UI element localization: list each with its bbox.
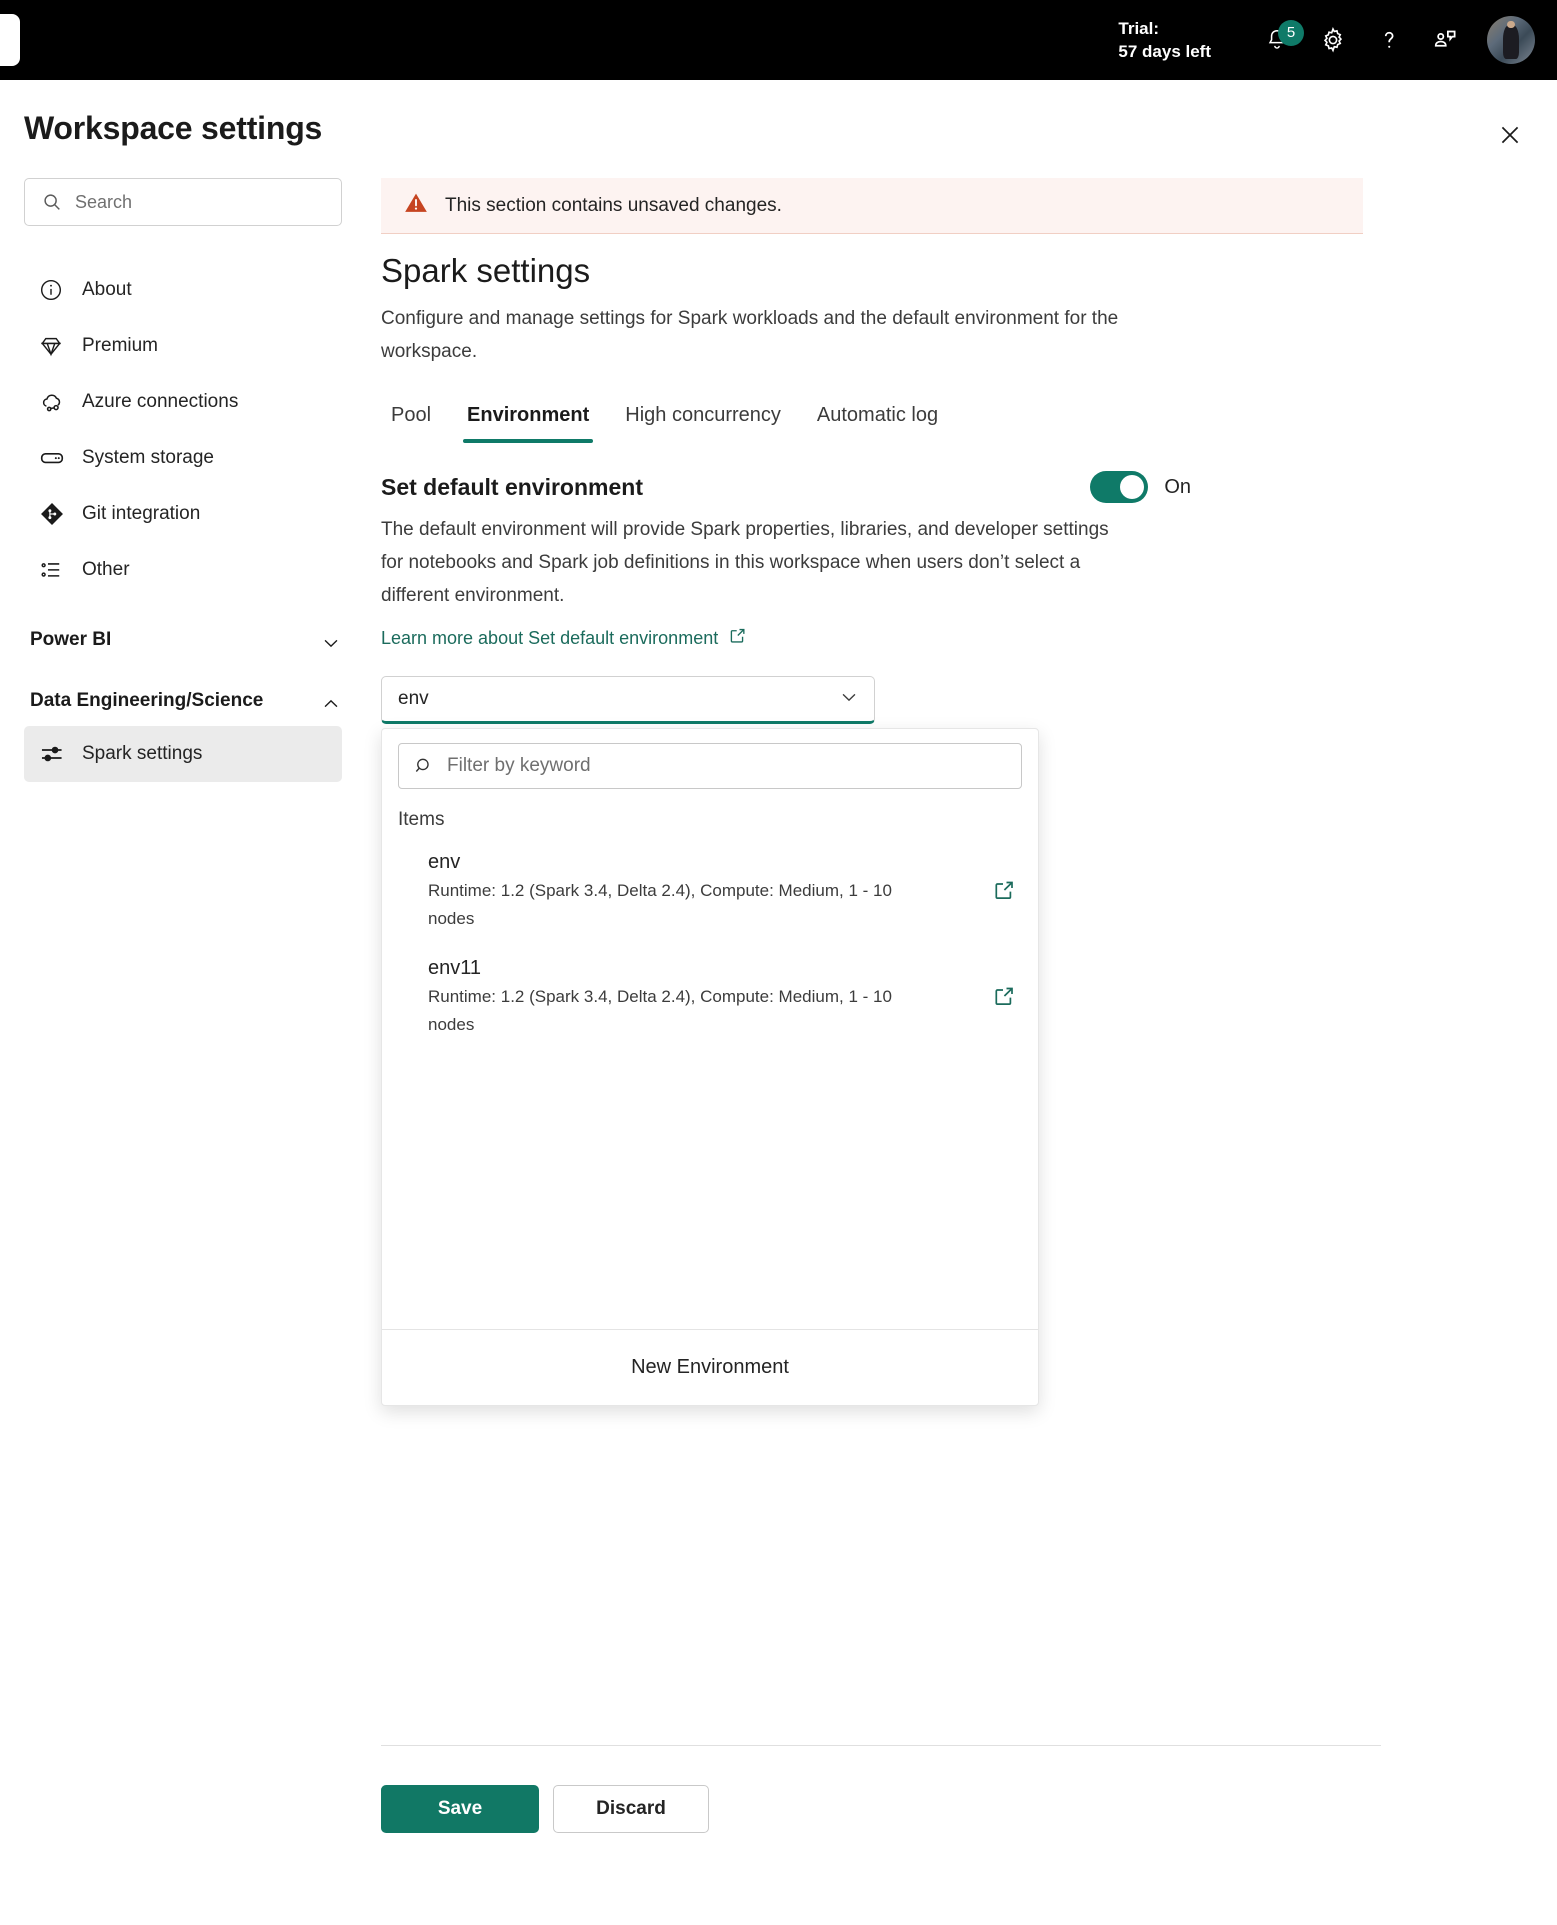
sidebar-search[interactable] <box>24 178 342 226</box>
tab-high-concurrency[interactable]: High concurrency <box>607 404 799 443</box>
environment-items-list: env Runtime: 1.2 (Spark 3.4, Delta 2.4),… <box>382 837 1038 1329</box>
top-navigation-bar: Trial: 57 days left 5 <box>0 0 1557 80</box>
warning-icon <box>403 190 429 221</box>
topbar-actions: Trial: 57 days left 5 <box>1118 0 1535 80</box>
environment-meta: Runtime: 1.2 (Spark 3.4, Delta 2.4), Com… <box>428 881 892 928</box>
unsaved-changes-banner: This section contains unsaved changes. <box>381 178 1363 234</box>
sliders-icon <box>38 740 72 768</box>
set-default-environment-row: Set default environment On <box>381 471 1191 503</box>
sidebar-item-label: Other <box>82 559 130 580</box>
setting-description: The default environment will provide Spa… <box>381 519 1109 606</box>
sidebar-item-azure-connections[interactable]: Azure connections <box>24 374 342 430</box>
tab-automatic-log[interactable]: Automatic log <box>799 404 956 443</box>
sidebar-item-label: Azure connections <box>82 391 239 412</box>
section-title: Spark settings <box>381 252 591 289</box>
toggle-knob <box>1120 475 1145 499</box>
feedback-button[interactable] <box>1417 12 1473 68</box>
new-environment-label: New Environment <box>631 1356 789 1378</box>
sidebar-item-label: System storage <box>82 447 214 468</box>
chevron-up-icon <box>320 685 342 720</box>
list-item-text: env Runtime: 1.2 (Spark 3.4, Delta 2.4),… <box>428 847 938 933</box>
trial-days-left: 57 days left <box>1118 42 1211 61</box>
git-icon <box>38 500 72 528</box>
cloud-link-icon <box>38 388 72 416</box>
warning-text: This section contains unsaved changes. <box>445 194 782 216</box>
discard-button[interactable]: Discard <box>553 1785 709 1833</box>
list-item[interactable]: env Runtime: 1.2 (Spark 3.4, Delta 2.4),… <box>382 837 1038 943</box>
tab-pool[interactable]: Pool <box>381 404 449 443</box>
sidebar-group-label: Power BI <box>30 629 112 650</box>
sidebar-group-power-bi[interactable]: Power BI <box>24 624 342 659</box>
diamond-icon <box>38 333 72 359</box>
section-description: Configure and manage settings for Spark … <box>381 308 1119 362</box>
sidebar-item-other[interactable]: Other <box>24 542 342 598</box>
sidebar-group-data-engineering-science[interactable]: Data Engineering/Science <box>24 685 342 720</box>
environment-dropdown-panel: Items env Runtime: 1.2 (Spark 3.4, Delta… <box>381 728 1039 1406</box>
chevron-down-icon <box>838 686 860 713</box>
learn-more-link[interactable]: Learn more about Set default environment <box>381 626 747 650</box>
save-button[interactable]: Save <box>381 1785 539 1833</box>
sidebar-item-premium[interactable]: Premium <box>24 318 342 374</box>
list-item-text: env11 Runtime: 1.2 (Spark 3.4, Delta 2.4… <box>428 953 938 1039</box>
search-input[interactable] <box>75 191 295 213</box>
environment-name: env <box>428 851 461 873</box>
sidebar-group-label: Data Engineering/Science <box>30 690 264 711</box>
list-icon <box>38 557 72 583</box>
sidebar-item-git-integration[interactable]: Git integration <box>24 486 342 542</box>
setting-title: Set default environment <box>381 473 643 500</box>
trial-label: Trial: <box>1118 19 1160 38</box>
settings-sidebar: About Premium Azure connections <box>0 178 366 782</box>
dropdown-group-label: Items <box>398 809 445 830</box>
sidebar-item-label: Git integration <box>82 503 201 524</box>
workspace-settings-page: Trial: 57 days left 5 Workspace settings… <box>0 0 1557 1925</box>
sidebar-item-label: About <box>82 279 132 300</box>
external-link-icon[interactable] <box>992 984 1016 1008</box>
toggle-group: On <box>1090 471 1191 503</box>
notification-count-badge: 5 <box>1278 20 1304 46</box>
environment-meta: Runtime: 1.2 (Spark 3.4, Delta 2.4), Com… <box>428 987 892 1034</box>
app-logo[interactable] <box>0 14 20 66</box>
sidebar-item-spark-settings[interactable]: Spark settings <box>24 726 342 782</box>
page-title: Workspace settings <box>24 110 323 146</box>
search-icon <box>413 755 435 777</box>
sidebar-item-system-storage[interactable]: System storage <box>24 430 342 486</box>
sidebar-item-label: Spark settings <box>82 743 203 764</box>
learn-more-label: Learn more about Set default environment <box>381 627 719 648</box>
default-environment-combobox[interactable]: env <box>381 676 875 724</box>
new-environment-button[interactable]: New Environment <box>382 1329 1038 1405</box>
combobox-value: env <box>398 688 429 709</box>
set-default-environment-toggle[interactable] <box>1090 471 1149 503</box>
footer-divider <box>381 1745 1381 1746</box>
user-avatar[interactable] <box>1487 16 1535 64</box>
trial-status: Trial: 57 days left <box>1118 17 1211 63</box>
notifications-button[interactable]: 5 <box>1249 12 1305 68</box>
settings-gear-button[interactable] <box>1305 12 1361 68</box>
toggle-state-label: On <box>1164 475 1191 498</box>
storage-icon <box>38 444 72 472</box>
default-environment-combobox-wrap: env Items <box>381 676 1039 1406</box>
list-item[interactable]: env11 Runtime: 1.2 (Spark 3.4, Delta 2.4… <box>382 943 1038 1049</box>
tab-environment[interactable]: Environment <box>449 404 607 443</box>
sidebar-item-about[interactable]: About <box>24 262 342 318</box>
info-icon <box>38 277 72 303</box>
close-icon[interactable] <box>1487 112 1533 158</box>
help-button[interactable] <box>1361 12 1417 68</box>
filter-keyword-input[interactable] <box>447 755 867 777</box>
settings-tabs: Pool Environment High concurrency Automa… <box>381 404 1381 443</box>
footer-actions: Save Discard <box>381 1785 709 1833</box>
external-link-icon <box>728 626 747 650</box>
chevron-down-icon <box>320 624 342 659</box>
sidebar-item-label: Premium <box>82 335 159 356</box>
search-icon <box>41 191 63 213</box>
sidebar-nav: About Premium Azure connections System s… <box>0 262 366 782</box>
external-link-icon[interactable] <box>992 878 1016 902</box>
environment-name: env11 <box>428 957 482 979</box>
dropdown-filter[interactable] <box>398 743 1022 789</box>
main-content: This section contains unsaved changes. S… <box>381 178 1381 1406</box>
